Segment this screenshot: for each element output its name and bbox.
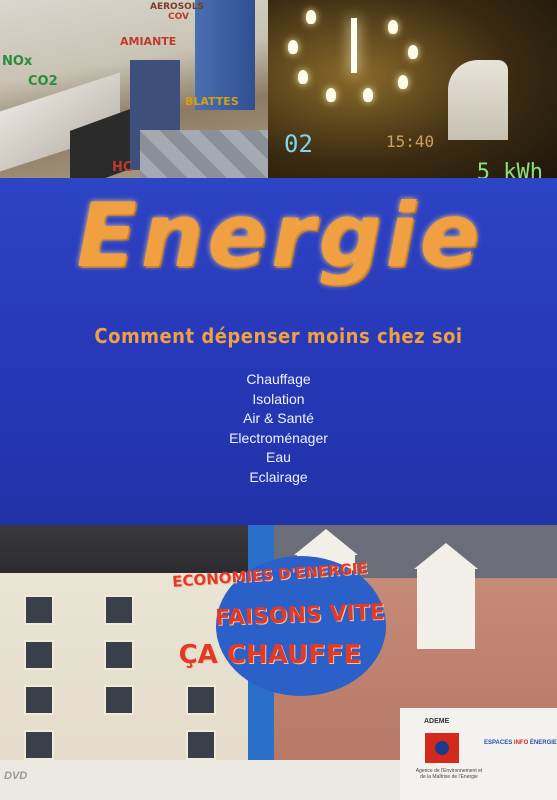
espaces-info-energie-logo: ESPACES INFO ÉNERGIE — [484, 740, 557, 746]
dvd-format-mark: DVD — [4, 770, 28, 782]
eie-highlight: INFO — [513, 740, 529, 746]
topic-item: Isolation — [252, 390, 305, 407]
light-bulb-icon — [388, 20, 398, 34]
light-bulb-icon — [398, 75, 408, 89]
kitchen-photo: AEROSOLS COV AMIANTE NOx CO2 BLATTES HC — [0, 0, 268, 191]
label-nox: NOx — [2, 54, 33, 69]
eie-suffix: ÉNERGIE — [529, 740, 557, 746]
topic-list: Chauffage Isolation Air & Santé Electrom… — [0, 370, 557, 487]
light-bulb-icon — [408, 45, 418, 59]
light-bulb-icon — [326, 88, 336, 102]
ademe-logo-icon — [425, 733, 459, 763]
light-bulb-icon — [363, 88, 373, 102]
cover-subtitle: Comment dépenser moins chez soi — [94, 324, 463, 348]
top-photo-band: AEROSOLS COV AMIANTE NOx CO2 BLATTES HC … — [0, 0, 557, 191]
window — [104, 640, 134, 670]
window — [186, 685, 216, 715]
label-cov: COV — [168, 12, 189, 22]
window — [24, 640, 54, 670]
label-hc: HC — [112, 160, 133, 175]
window — [104, 685, 134, 715]
cover-title: Energie — [76, 184, 484, 287]
meter-display-right: 15:40 — [386, 132, 435, 151]
topic-item: Eclairage — [249, 468, 308, 485]
title-panel: Energie Comment dépenser moins chez soi … — [0, 178, 557, 528]
label-amiante: AMIANTE — [120, 35, 177, 48]
topic-item: Chauffage — [246, 371, 311, 387]
energy-saving-bulb-icon — [351, 18, 357, 73]
person-at-meter — [448, 60, 508, 140]
window — [104, 595, 134, 625]
light-bulb-icon — [288, 40, 298, 54]
topic-item: Air & Santé — [243, 410, 314, 426]
label-co2: CO2 — [28, 74, 58, 89]
light-bulb-icon — [298, 70, 308, 84]
ademe-subtitle: Agence de l'Environnement et de la Maîtr… — [415, 768, 483, 780]
light-bulb-icon — [306, 10, 316, 24]
slogan-line-3: ÇA CHAUFFE — [178, 640, 362, 670]
fridge — [195, 0, 255, 110]
dormer-roof — [294, 529, 358, 555]
ademe-name: ADEME — [424, 718, 450, 725]
eie-prefix: ESPACES — [484, 740, 513, 746]
window — [186, 730, 216, 760]
label-blattes: BLATTES — [185, 95, 239, 108]
window — [24, 685, 54, 715]
label-aerosols: AEROSOLS — [150, 2, 205, 12]
topic-item: Eau — [266, 449, 291, 465]
meter-display-left: 02 — [284, 130, 313, 158]
dormer-roof — [414, 543, 478, 569]
topic-item: Electroménager — [229, 429, 328, 446]
window — [24, 730, 54, 760]
dvd-cover: AEROSOLS COV AMIANTE NOx CO2 BLATTES HC … — [0, 0, 557, 800]
window — [24, 595, 54, 625]
